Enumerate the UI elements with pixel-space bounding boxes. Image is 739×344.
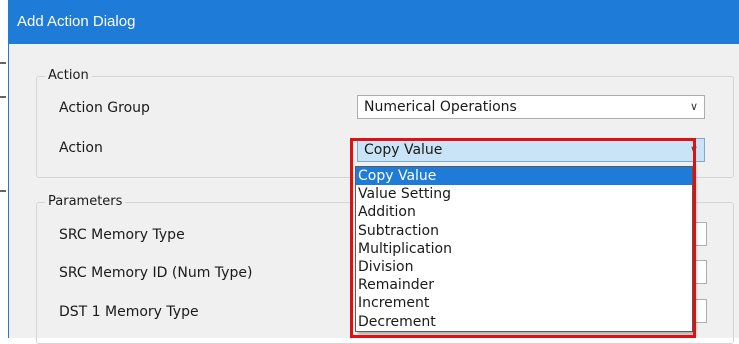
action-group-label: Action Group xyxy=(59,100,150,116)
chevron-down-icon[interactable]: ∨ xyxy=(690,139,698,161)
dropdown-option-remainder[interactable]: Remainder xyxy=(356,276,692,294)
parameters-groupbox-legend: Parameters xyxy=(45,194,126,210)
src-memory-type-label: SRC Memory Type xyxy=(59,227,185,243)
dropdown-option-decrement[interactable]: Decrement xyxy=(356,313,692,331)
background-mark xyxy=(0,190,6,192)
dropdown-option-subtraction[interactable]: Subtraction xyxy=(356,222,692,240)
dropdown-option-copy-value[interactable]: Copy Value xyxy=(356,167,692,186)
action-label: Action xyxy=(59,140,103,156)
action-select[interactable]: Copy Value ∨ xyxy=(357,138,705,162)
action-groupbox: Action xyxy=(36,68,734,178)
action-select-value: Copy Value xyxy=(364,142,443,158)
action-groupbox-legend: Action xyxy=(45,68,92,84)
background-window-edge xyxy=(0,0,8,338)
dropdown-option-multiplication[interactable]: Multiplication xyxy=(356,240,692,258)
src-memory-id-label: SRC Memory ID (Num Type) xyxy=(59,265,253,281)
background-mark xyxy=(0,96,6,98)
action-group-select-value: Numerical Operations xyxy=(364,99,517,115)
dropdown-option-value-setting[interactable]: Value Setting xyxy=(356,185,692,203)
dst-1-memory-type-label: DST 1 Memory Type xyxy=(59,304,199,320)
action-dropdown-list: Copy Value Value Setting Addition Subtra… xyxy=(355,166,693,332)
action-group-select[interactable]: Numerical Operations ∨ xyxy=(357,95,705,119)
dropdown-option-addition[interactable]: Addition xyxy=(356,203,692,221)
background-mark xyxy=(0,62,6,64)
chevron-down-icon[interactable]: ∨ xyxy=(690,96,698,118)
dropdown-option-division[interactable]: Division xyxy=(356,258,692,276)
dropdown-option-increment[interactable]: Increment xyxy=(356,294,692,312)
dialog-title: Add Action Dialog xyxy=(9,0,739,44)
